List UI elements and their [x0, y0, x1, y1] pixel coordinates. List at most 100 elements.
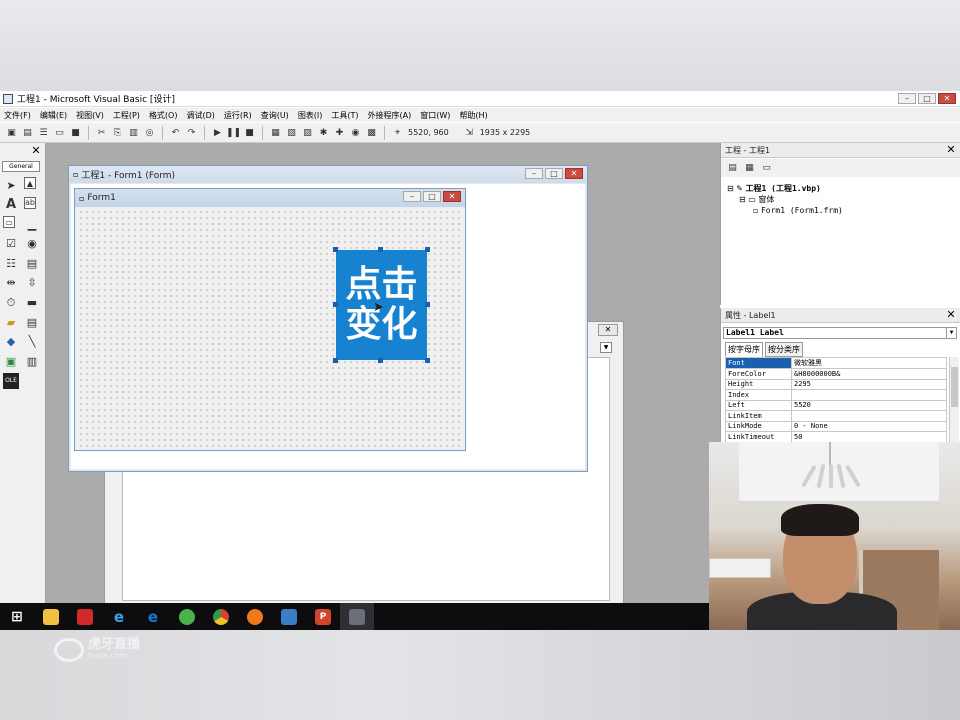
- menu-view[interactable]: 视图(V): [76, 110, 104, 121]
- edge-icon[interactable]: e: [136, 603, 170, 630]
- project-panel-close-icon[interactable]: ✕: [945, 144, 957, 156]
- toolbox-tab-general[interactable]: General: [2, 161, 40, 172]
- menu-run[interactable]: 运行(R): [224, 110, 252, 121]
- tree-forms-folder[interactable]: ⊟ ▭ 窗体: [727, 194, 843, 205]
- properties-panel-close-icon[interactable]: ✕: [945, 309, 957, 321]
- toolbox-close-icon[interactable]: ✕: [30, 145, 42, 157]
- property-row[interactable]: LinkTimeout 50: [725, 431, 947, 442]
- maximize-button[interactable]: □: [545, 168, 563, 179]
- toggle-folders-icon[interactable]: ▭: [761, 163, 772, 174]
- property-value[interactable]: 微软雅黑: [791, 357, 947, 369]
- menu-editor-icon[interactable]: ☰: [38, 127, 49, 138]
- property-row[interactable]: LinkItem: [725, 410, 947, 422]
- property-row[interactable]: ForeColor &H8000000B&: [725, 368, 947, 380]
- redo-icon[interactable]: ↷: [186, 127, 197, 138]
- close-button[interactable]: ✕: [938, 93, 956, 104]
- chevron-down-icon[interactable]: ▼: [946, 328, 956, 338]
- menu-window[interactable]: 窗口(W): [420, 110, 450, 121]
- resize-handle[interactable]: [378, 247, 383, 252]
- menu-addins[interactable]: 外接程序(A): [368, 110, 412, 121]
- menu-query[interactable]: 查询(U): [261, 110, 289, 121]
- resize-handle[interactable]: [425, 302, 430, 307]
- copy-icon[interactable]: ⎘: [112, 127, 123, 138]
- listbox-icon[interactable]: ▤: [24, 255, 40, 271]
- project-explorer-icon[interactable]: ▦: [270, 127, 281, 138]
- property-value[interactable]: 0 - None: [791, 420, 947, 432]
- powerpoint-icon[interactable]: P: [306, 603, 340, 630]
- end-icon[interactable]: ■: [244, 127, 255, 138]
- resize-handle[interactable]: [333, 302, 338, 307]
- property-value[interactable]: &H8000000B&: [791, 368, 947, 380]
- ole-icon[interactable]: OLE: [3, 372, 19, 389]
- picturebox-icon[interactable]: ▲: [24, 177, 36, 189]
- filelistbox-icon[interactable]: ▤: [24, 314, 40, 330]
- file-explorer-icon[interactable]: [34, 603, 68, 630]
- data-view-icon[interactable]: ◉: [350, 127, 361, 138]
- ie-icon[interactable]: e: [102, 603, 136, 630]
- add-project-icon[interactable]: ▣: [6, 127, 17, 138]
- property-row[interactable]: LinkMode 0 - None: [725, 420, 947, 432]
- code-window-close-icon[interactable]: ✕: [598, 324, 618, 336]
- app-icon[interactable]: [68, 603, 102, 630]
- frame-icon[interactable]: ▭: [3, 216, 15, 229]
- commandbutton-icon[interactable]: ▁: [24, 216, 40, 232]
- 360-browser-icon[interactable]: [170, 603, 204, 630]
- checkbox-icon[interactable]: ☑: [3, 236, 19, 252]
- minimize-button[interactable]: –: [525, 168, 543, 179]
- firefox-icon[interactable]: [238, 603, 272, 630]
- add-form-icon[interactable]: ▤: [22, 127, 33, 138]
- remote-desktop-icon[interactable]: [272, 603, 306, 630]
- hscrollbar-icon[interactable]: ⇹: [3, 275, 19, 291]
- vscrollbar-icon[interactable]: ⇳: [24, 275, 40, 291]
- menu-diagram[interactable]: 图表(I): [298, 110, 323, 121]
- resize-handle[interactable]: [425, 247, 430, 252]
- resize-handle[interactable]: [333, 358, 338, 363]
- property-row[interactable]: Index: [725, 389, 947, 401]
- open-project-icon[interactable]: ▭: [54, 127, 65, 138]
- object-browser-icon[interactable]: ✱: [318, 127, 329, 138]
- optionbutton-icon[interactable]: ◉: [24, 236, 40, 252]
- minimize-button[interactable]: –: [898, 93, 916, 104]
- property-value[interactable]: 5520: [791, 399, 947, 411]
- property-row[interactable]: Height 2295: [725, 378, 947, 390]
- property-value[interactable]: [791, 410, 947, 422]
- properties-window-icon[interactable]: ▧: [286, 127, 297, 138]
- combobox-icon[interactable]: ☷: [3, 255, 19, 271]
- image-icon[interactable]: ▣: [3, 353, 19, 369]
- view-object-icon[interactable]: ▦: [744, 163, 755, 174]
- menu-debug[interactable]: 调试(D): [186, 110, 214, 121]
- vb6-icon[interactable]: [340, 603, 374, 630]
- find-icon[interactable]: ◎: [144, 127, 155, 138]
- property-value[interactable]: [791, 389, 947, 401]
- properties-scrollbar[interactable]: [949, 357, 959, 442]
- shape-icon[interactable]: ◆: [3, 334, 19, 350]
- menu-format[interactable]: 格式(O): [149, 110, 178, 121]
- label-icon[interactable]: A: [3, 197, 19, 213]
- save-project-icon[interactable]: ■: [70, 127, 81, 138]
- view-code-icon[interactable]: ▤: [727, 163, 738, 174]
- tab-categorized[interactable]: 按分类序: [765, 342, 803, 357]
- maximize-button[interactable]: □: [423, 191, 441, 202]
- maximize-button[interactable]: □: [918, 93, 936, 104]
- minimize-button[interactable]: –: [403, 191, 421, 202]
- dirlistbox-icon[interactable]: ▰: [3, 314, 19, 330]
- tab-alphabetic[interactable]: 按字母序: [725, 342, 763, 357]
- property-value[interactable]: 2295: [791, 378, 947, 390]
- property-row[interactable]: Left 5520: [725, 399, 947, 411]
- close-button[interactable]: ✕: [443, 191, 461, 202]
- start-icon[interactable]: ▶: [212, 127, 223, 138]
- tree-form1-node[interactable]: ▫ Form1 (Form1.frm): [727, 205, 843, 216]
- menu-file[interactable]: 文件(F): [4, 110, 31, 121]
- cut-icon[interactable]: ✂: [96, 127, 107, 138]
- textbox-icon[interactable]: ab: [24, 196, 36, 209]
- property-row[interactable]: Font 微软雅黑: [725, 357, 947, 369]
- paste-icon[interactable]: ▥: [128, 127, 139, 138]
- line-icon[interactable]: ╲: [24, 334, 40, 350]
- object-selector[interactable]: Label1 Label ▼: [723, 327, 957, 339]
- scrollbar-thumb[interactable]: [951, 367, 958, 407]
- form-layout-icon[interactable]: ▨: [302, 127, 313, 138]
- toolbox-icon[interactable]: ✚: [334, 127, 345, 138]
- menu-edit[interactable]: 编辑(E): [40, 110, 67, 121]
- data-icon[interactable]: ▥: [24, 353, 40, 369]
- resize-handle[interactable]: [425, 358, 430, 363]
